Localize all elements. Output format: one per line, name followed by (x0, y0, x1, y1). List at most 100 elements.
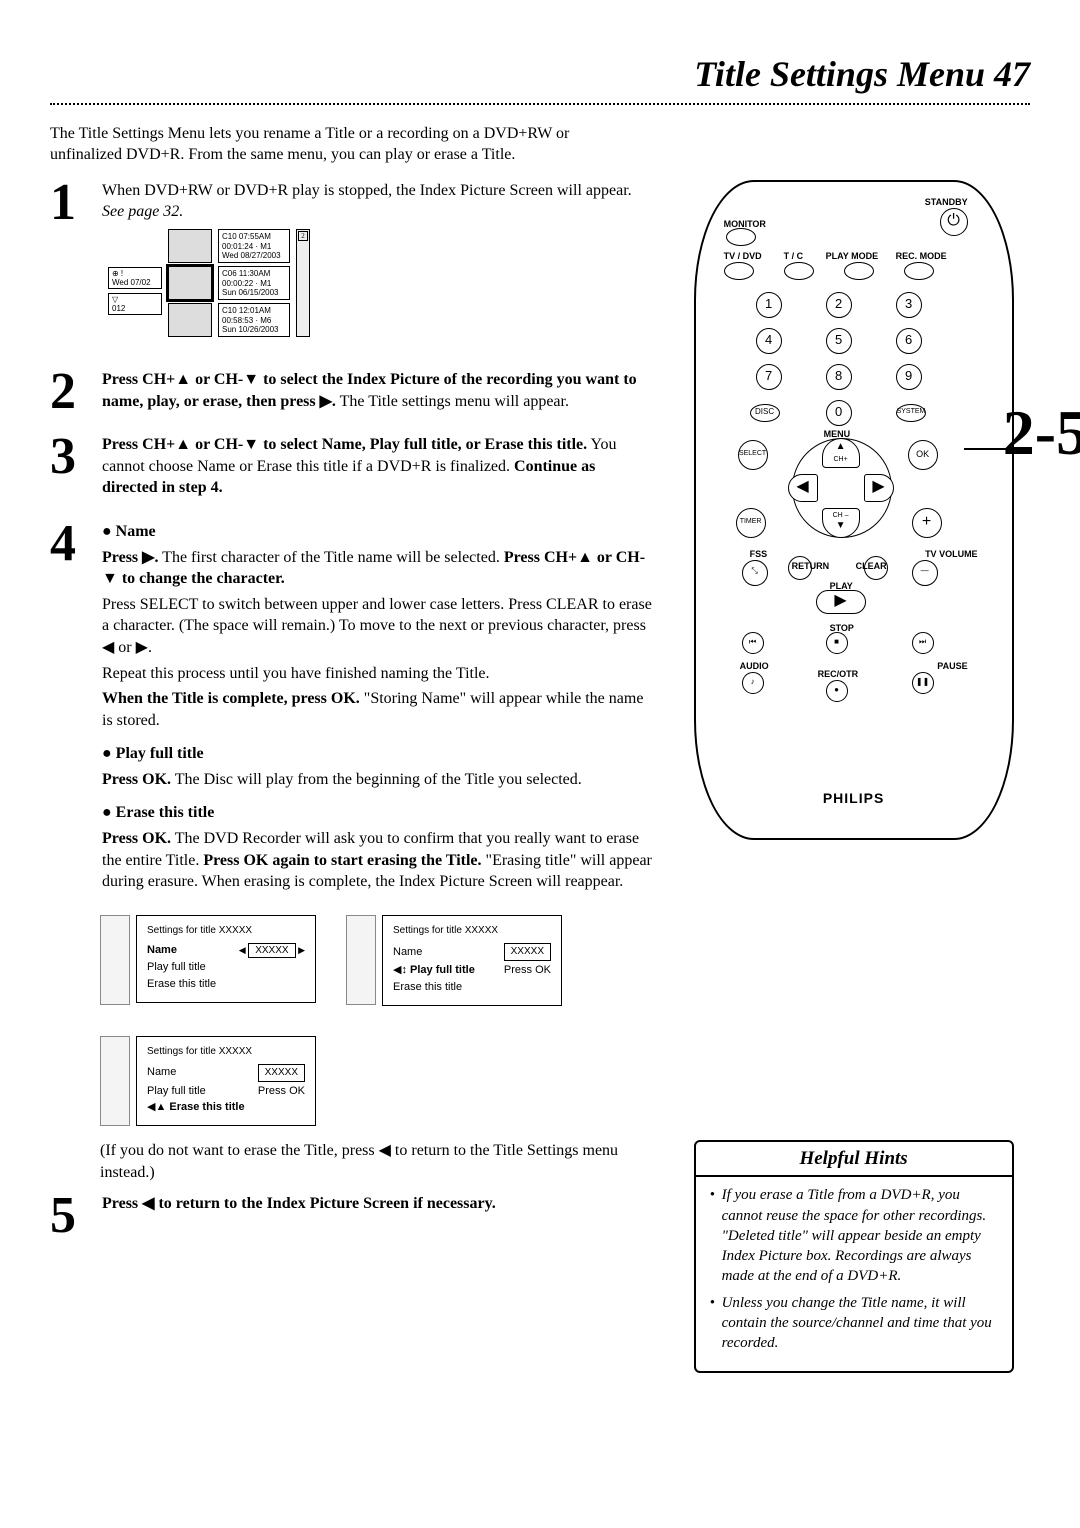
play-bold: Press OK. (102, 771, 171, 788)
audio-label: AUDIO (740, 660, 769, 672)
hint-item: If you erase a Title from a DVD+R, you c… (710, 1185, 1002, 1286)
return-label: RETURN (792, 560, 830, 572)
step-3: 3 Press CH+▲ or CH-▼ to select Name, Pla… (50, 434, 654, 503)
index-meta: C10 07:55AM00:01:24 · M1Wed 08/27/2003 (218, 229, 290, 263)
name-l4: Repeat this process until you have finis… (102, 663, 654, 685)
num-2-button[interactable]: 2 (826, 292, 852, 318)
pause-label: PAUSE (937, 660, 967, 672)
tc-label: T / C (784, 250, 804, 262)
helpful-hints-box: Helpful Hints If you erase a Title from … (694, 1140, 1014, 1374)
tvvol-button[interactable]: — (912, 560, 938, 586)
paren-note: (If you do not want to erase the Title, … (100, 1140, 620, 1183)
num-8-button[interactable]: 8 (826, 364, 852, 390)
pause-button[interactable]: ❚❚ (912, 672, 934, 694)
step2-rest: The Title settings menu will appear. (336, 393, 569, 410)
erase-bold1: Press OK. (102, 830, 171, 847)
tvdvd-button[interactable] (724, 262, 754, 280)
counter-box: ▽012 (108, 293, 162, 315)
num-3-button[interactable]: 3 (896, 292, 922, 318)
step-number: 4 (50, 521, 90, 568)
left-button[interactable]: ◀ (788, 474, 818, 502)
screen-placeholder (100, 915, 130, 1005)
erase-bold2: Press OK again to start erasing the Titl… (203, 852, 481, 869)
step-number: 2 (50, 369, 90, 416)
step5-bold: Press ◀ to return to the Index Picture S… (102, 1195, 496, 1212)
num-6-button[interactable]: 6 (896, 328, 922, 354)
hint-item: Unless you change the Title name, it wil… (710, 1293, 1002, 1354)
index-picture-preview: ⊕ !Wed 07/02 ▽012 C10 07:55AM00:01:24 · … (108, 229, 654, 337)
settings-screen-name: Settings for title XXXXX Name◀ XXXXX ▶ P… (136, 915, 316, 1003)
step-2: 2 Press CH+▲ or CH-▼ to select the Index… (50, 369, 654, 416)
step-5: 5 Press ◀ to return to the Index Picture… (50, 1193, 654, 1240)
remote-control-diagram: STANDBY ⏻ MONITOR TV / DVD T / C PLAY MO… (694, 180, 1014, 840)
stop-button[interactable]: ■ (826, 632, 848, 654)
page-title: Title Settings Menu 47 (50, 50, 1030, 99)
num-9-button[interactable]: 9 (896, 364, 922, 390)
step-4: 4 ● Name Press ▶. The first character of… (50, 521, 654, 897)
audio-button[interactable]: ♪ (742, 672, 764, 694)
scroll-indicator: 2 (296, 229, 310, 337)
clear-label: CLEAR (856, 560, 887, 572)
standby-label: STANDBY (925, 196, 968, 208)
fss-label: FSS (750, 548, 768, 560)
tvvol-label: TV VOLUME (925, 548, 978, 560)
steps-column: 1 When DVD+RW or DVD+R play is stopped, … (50, 180, 654, 1258)
num-5-button[interactable]: 5 (826, 328, 852, 354)
index-thumb (168, 303, 212, 337)
step3-bold1: Press CH+▲ or CH-▼ to select Name, Play … (102, 436, 587, 453)
title-rule (50, 103, 1030, 105)
play-button[interactable]: ▶ (816, 590, 866, 614)
num-0-button[interactable]: 0 (826, 400, 852, 426)
system-button[interactable]: SYSTEM (896, 404, 926, 422)
name-l1-bold: Press ▶. (102, 549, 158, 566)
index-thumb (168, 229, 212, 263)
plus-button[interactable]: + (912, 508, 942, 538)
playmode-button[interactable] (844, 262, 874, 280)
step-number: 5 (50, 1193, 90, 1240)
disc-button[interactable]: DISC (750, 404, 780, 422)
screen-placeholder (100, 1036, 130, 1126)
option-play-heading: Play full title (116, 745, 204, 762)
play-text: The Disc will play from the beginning of… (171, 771, 582, 788)
fss-button[interactable]: ⤡ (742, 560, 768, 586)
standby-button[interactable]: ⏻ (940, 208, 968, 236)
intro-paragraph: The Title Settings Menu lets you rename … (50, 123, 610, 166)
screen-placeholder (346, 915, 376, 1005)
next-button[interactable]: ⏭ (912, 632, 934, 654)
tvdvd-label: TV / DVD (724, 250, 762, 262)
name-l3: Press SELECT to switch between upper and… (102, 594, 654, 659)
step-1: 1 When DVD+RW or DVD+R play is stopped, … (50, 180, 654, 351)
ch-up-button[interactable]: ▲CH+ (822, 438, 860, 468)
timer-button[interactable]: TIMER (736, 508, 766, 538)
hints-title: Helpful Hints (696, 1142, 1012, 1178)
step-number: 3 (50, 434, 90, 481)
option-name-heading: Name (116, 523, 156, 540)
select-button[interactable]: SELECT (738, 440, 768, 470)
rec-button[interactable]: ● (826, 680, 848, 702)
index-meta: C06 11:30AM00:00:22 · M1Sun 06/15/2003 (218, 266, 290, 300)
monitor-button[interactable] (726, 228, 756, 246)
ok-button[interactable]: OK (908, 440, 938, 470)
index-thumb (168, 266, 212, 300)
recmode-button[interactable] (904, 262, 934, 280)
recotr-label: REC/OTR (818, 668, 859, 680)
settings-screen-erase: Settings for title XXXXX NameXXXXX Play … (136, 1036, 316, 1127)
step1-text: When DVD+RW or DVD+R play is stopped, th… (102, 182, 632, 199)
num-7-button[interactable]: 7 (756, 364, 782, 390)
step-range-callout: 2-5 (1003, 390, 1080, 476)
right-button[interactable]: ▶ (864, 474, 894, 502)
settings-screens: Settings for title XXXXX Name◀ XXXXX ▶ P… (100, 915, 654, 1126)
num-4-button[interactable]: 4 (756, 328, 782, 354)
disc-info-box: ⊕ !Wed 07/02 (108, 267, 162, 289)
name-l1: The first character of the Title name wi… (158, 549, 503, 566)
num-1-button[interactable]: 1 (756, 292, 782, 318)
brand-logo: PHILIPS (696, 789, 1012, 808)
playmode-label: PLAY MODE (826, 250, 879, 262)
step-number: 1 (50, 180, 90, 227)
recmode-label: REC. MODE (896, 250, 947, 262)
settings-screen-play: Settings for title XXXXX NameXXXXX ◀↕ Pl… (382, 915, 562, 1006)
name-l5-bold: When the Title is complete, press OK. (102, 690, 360, 707)
index-meta: C10 12:01AM00:58:53 · M6Sun 10/26/2003 (218, 303, 290, 337)
prev-button[interactable]: ⏮ (742, 632, 764, 654)
tc-button[interactable] (784, 262, 814, 280)
